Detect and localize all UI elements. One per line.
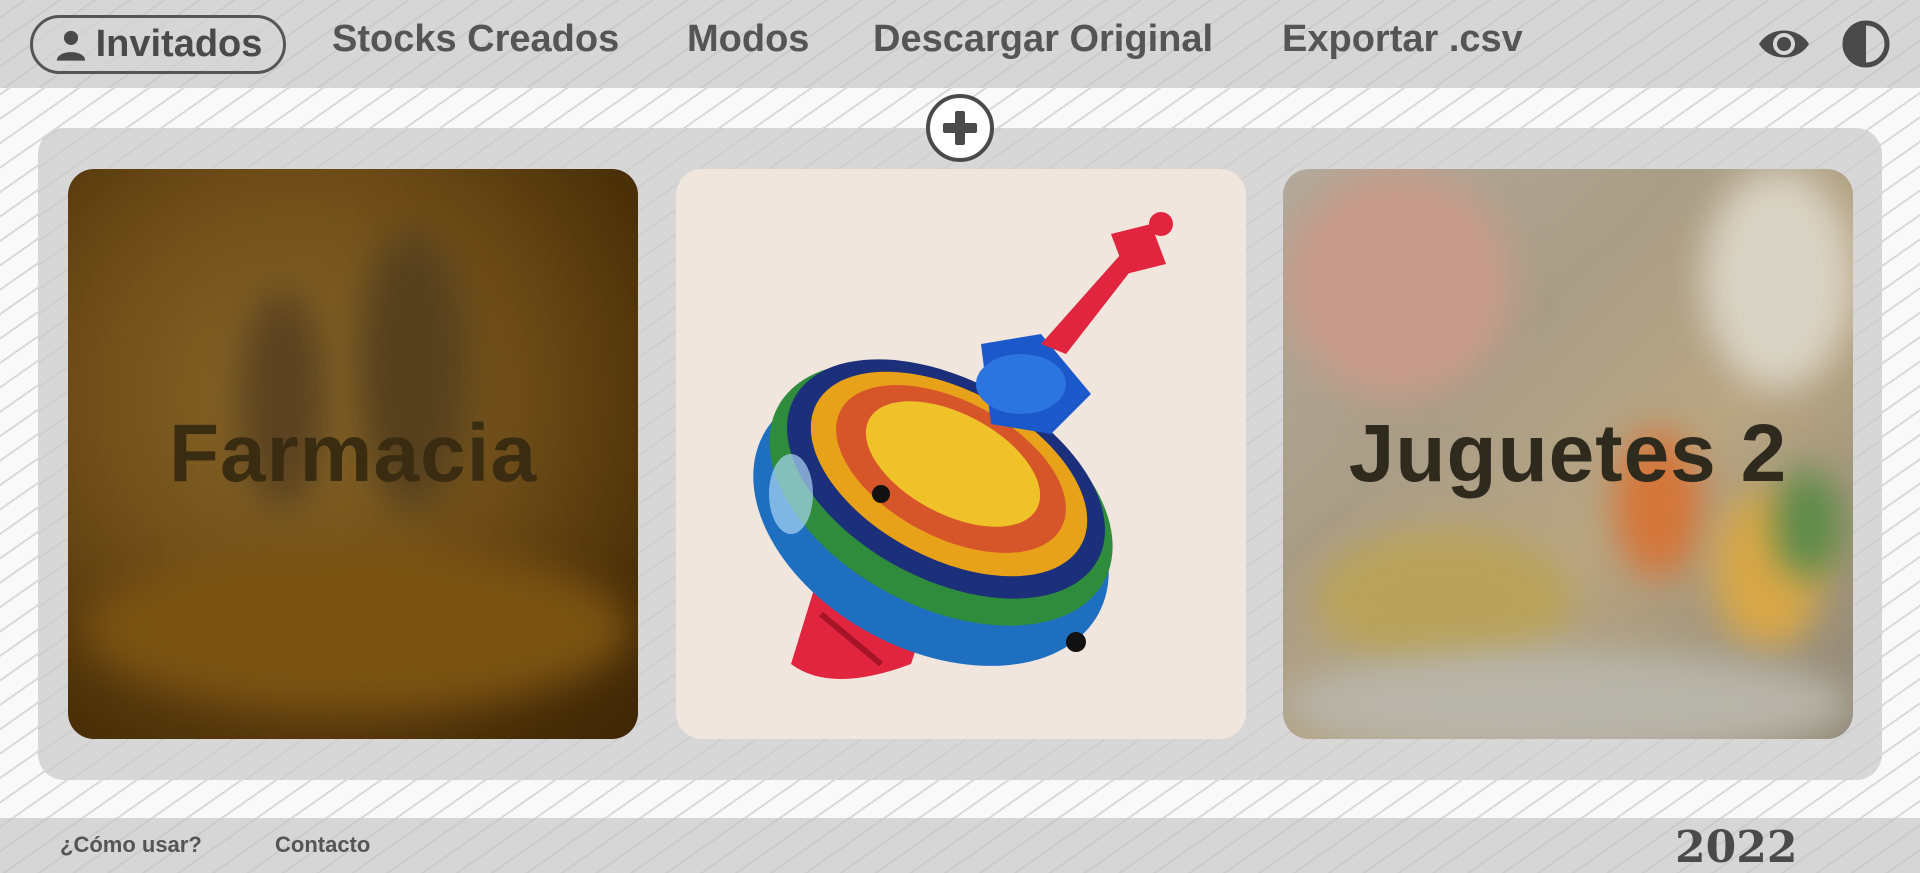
- stock-card-spinning-top[interactable]: [676, 169, 1246, 739]
- nav-descargar-original[interactable]: Descargar Original: [873, 18, 1213, 61]
- card-title: Juguetes 2: [1348, 408, 1788, 499]
- footer-link-how-to-use[interactable]: ¿Cómo usar?: [60, 832, 202, 858]
- background-window: [1283, 169, 1513, 399]
- contrast-icon[interactable]: [1840, 18, 1892, 70]
- plus-icon: [943, 111, 977, 145]
- stock-card-farmacia[interactable]: Farmacia: [68, 169, 638, 739]
- user-button[interactable]: Invitados: [30, 15, 286, 74]
- background-floor: [88, 549, 628, 709]
- top-navigation: Invitados Stocks Creados Modos Descargar…: [0, 0, 1920, 88]
- spinning-top-image: [753, 212, 1173, 679]
- background-wall: [1703, 169, 1853, 389]
- toy-animal: [1313, 529, 1573, 669]
- card-title: Farmacia: [168, 408, 538, 499]
- user-icon: [56, 30, 85, 61]
- footer: ¿Cómo usar? Contacto 2022: [0, 818, 1920, 873]
- background-floor: [1283, 649, 1853, 739]
- stock-card-juguetes-2[interactable]: Juguetes 2: [1283, 169, 1853, 739]
- nav-stocks-creados[interactable]: Stocks Creados: [332, 18, 619, 61]
- footer-link-contact[interactable]: Contacto: [275, 832, 370, 858]
- nav-modos[interactable]: Modos: [687, 18, 809, 61]
- user-label: Invitados: [95, 23, 263, 65]
- nav-exportar-csv[interactable]: Exportar .csv: [1282, 18, 1523, 61]
- eye-icon[interactable]: [1756, 18, 1812, 70]
- footer-year: 2022: [1675, 822, 1798, 873]
- add-stock-button[interactable]: [926, 94, 994, 162]
